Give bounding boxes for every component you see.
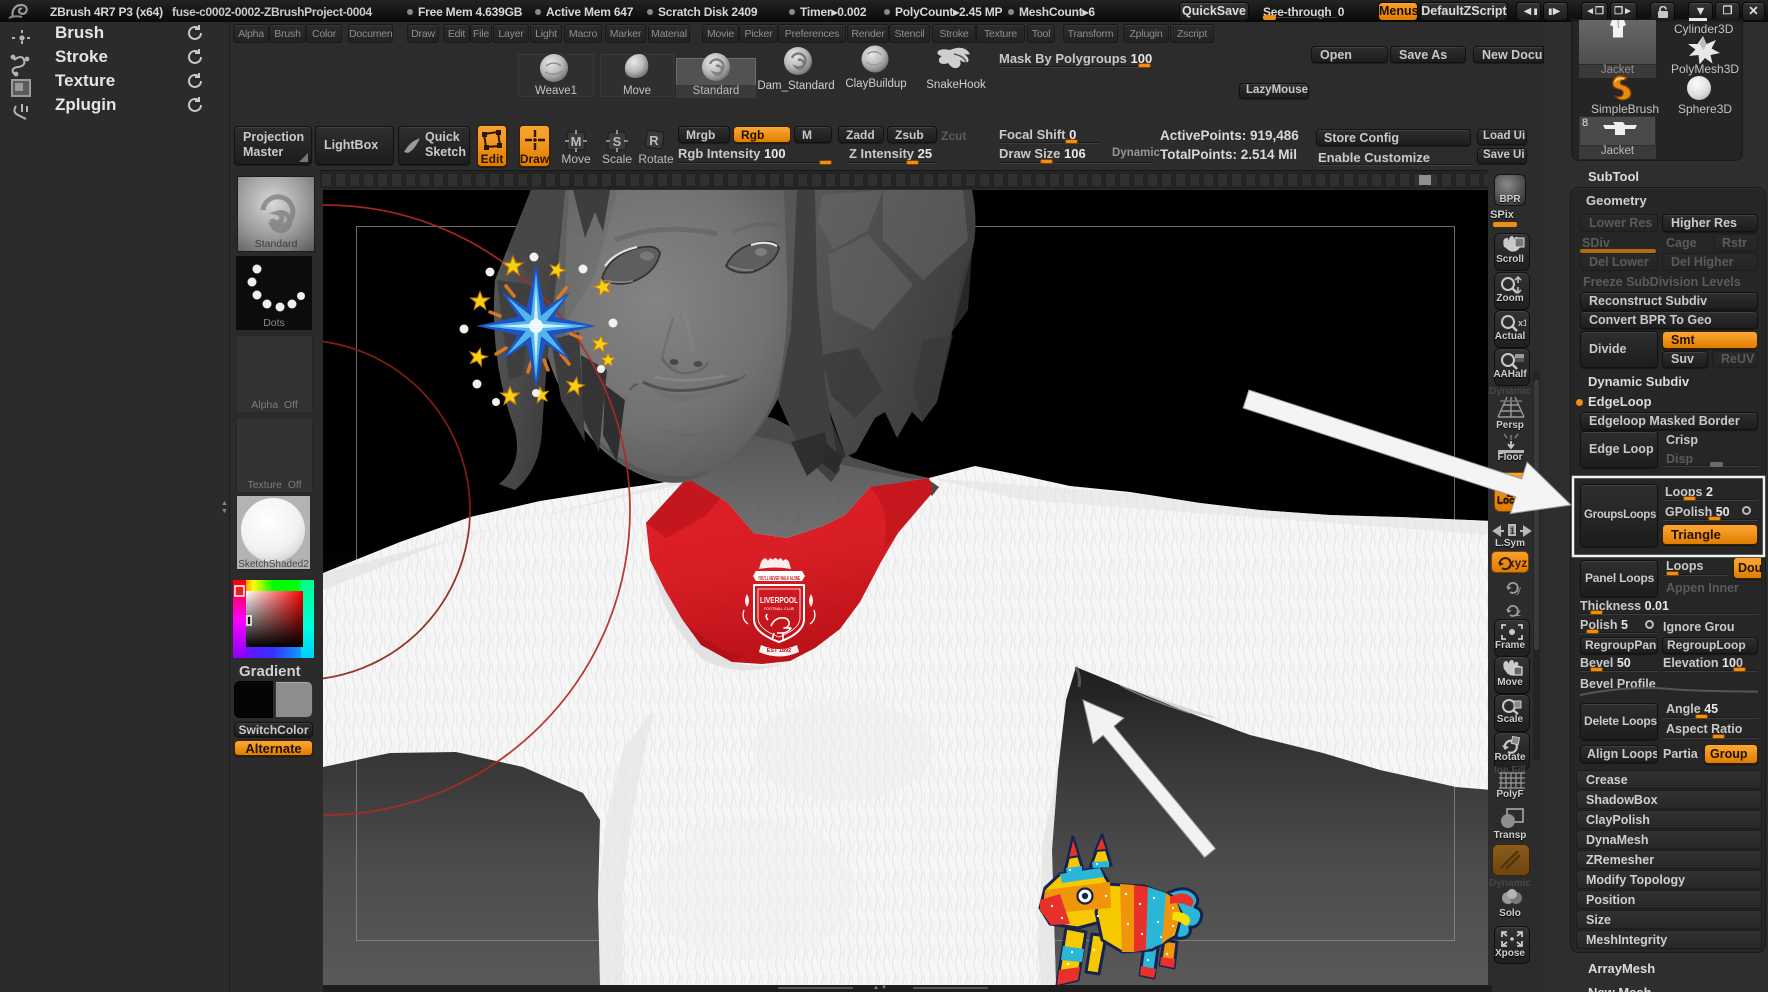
svg-text:x1: x1: [1518, 318, 1526, 328]
svg-text:S: S: [613, 134, 622, 149]
svg-text:M: M: [571, 134, 582, 149]
svg-text:y: y: [1516, 585, 1521, 596]
svg-text:z: z: [1516, 608, 1521, 619]
svg-text:YOU'LL NEVER WALK ALONE: YOU'LL NEVER WALK ALONE: [758, 576, 800, 582]
svg-text:xyz: xyz: [1508, 556, 1527, 570]
svg-text:FOOTBALL CLUB: FOOTBALL CLUB: [764, 606, 794, 611]
svg-text:EST 1892: EST 1892: [767, 648, 791, 654]
svg-text:1: 1: [1510, 526, 1515, 536]
svg-text:LIVERPOOL: LIVERPOOL: [760, 595, 798, 605]
svg-text:R: R: [649, 133, 659, 148]
